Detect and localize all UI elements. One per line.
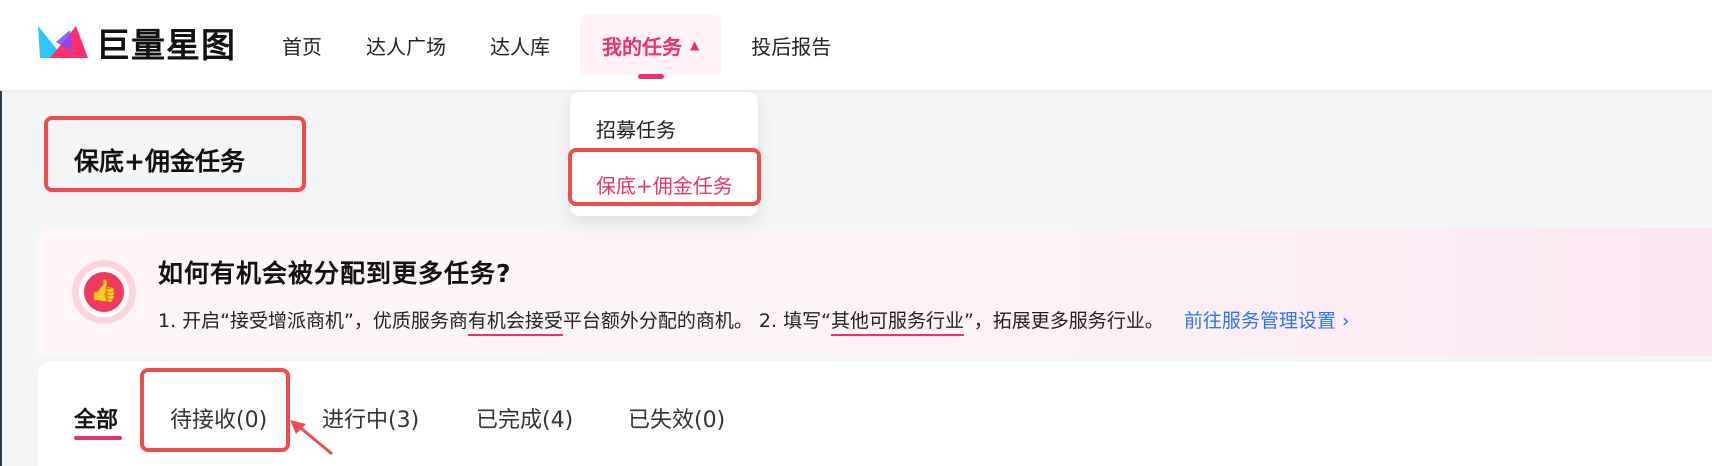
service-settings-link[interactable]: 前往服务管理设置 › xyxy=(1184,310,1350,332)
tab-expired[interactable]: 已失效(0) xyxy=(628,402,725,434)
thumbs-up-glyph: 👍 xyxy=(84,272,124,312)
info-title: 如何有机会被分配到更多任务? xyxy=(158,259,512,288)
annotation-box-pending-tab xyxy=(140,368,290,452)
annotation-arrow-icon xyxy=(290,420,333,456)
logo-icon xyxy=(38,26,88,58)
nav-creator-library[interactable]: 达人库 xyxy=(468,15,572,75)
info-text-highlight-1: 有机会接受 xyxy=(467,310,563,336)
main-nav: 首页 达人广场 达人库 我的任务 ▲ 投后报告 xyxy=(260,0,853,90)
logo-text: 巨量星图 xyxy=(96,25,236,66)
nav-active-indicator xyxy=(637,74,664,79)
nav-creator-library-label: 达人库 xyxy=(490,34,550,59)
info-text-part-1: 1. 开启“接受增派商机”，优质服务商 xyxy=(158,310,468,332)
nav-creator-square[interactable]: 达人广场 xyxy=(344,15,468,75)
info-text-highlight-2: 其他可服务行业 xyxy=(830,310,964,336)
tab-active-indicator xyxy=(74,436,122,440)
nav-home[interactable]: 首页 xyxy=(260,15,344,75)
nav-creator-square-label: 达人广场 xyxy=(366,34,446,59)
nav-my-tasks-label: 我的任务 xyxy=(602,34,682,59)
nav-post-report[interactable]: 投后报告 xyxy=(729,15,853,75)
logo[interactable]: 巨量星图 xyxy=(36,18,236,66)
tab-completed[interactable]: 已完成(4) xyxy=(476,402,573,434)
top-header: 巨量星图 首页 达人广场 达人库 我的任务 ▲ 投后报告 xyxy=(0,0,1712,91)
nav-home-label: 首页 xyxy=(282,34,322,59)
nav-post-report-label: 投后报告 xyxy=(751,34,832,59)
my-tasks-dropdown: 招募任务 保底+佣金任务 xyxy=(568,92,761,216)
tab-all[interactable]: 全部 xyxy=(74,402,118,434)
info-text: 1. 开启“接受增派商机”，优质服务商有机会接受平台额外分配的商机。 2. 填写… xyxy=(158,306,1350,336)
info-banner: 👍 如何有机会被分配到更多任务? 1. 开启“接受增派商机”，优质服务商有机会接… xyxy=(38,228,1712,356)
nav-my-tasks[interactable]: 我的任务 ▲ xyxy=(580,15,722,79)
thumbs-up-icon: 👍 xyxy=(72,260,136,324)
info-text-part-2: 平台额外分配的商机。 2. 填写“ xyxy=(562,310,831,332)
annotation-box-menu-item xyxy=(568,148,761,206)
caret-up-icon: ▲ xyxy=(690,38,700,52)
annotation-box-title xyxy=(44,116,306,192)
menu-item-recruit-task[interactable]: 招募任务 xyxy=(596,114,676,143)
info-text-part-3: ”，拓展更多服务行业。 xyxy=(963,310,1164,332)
